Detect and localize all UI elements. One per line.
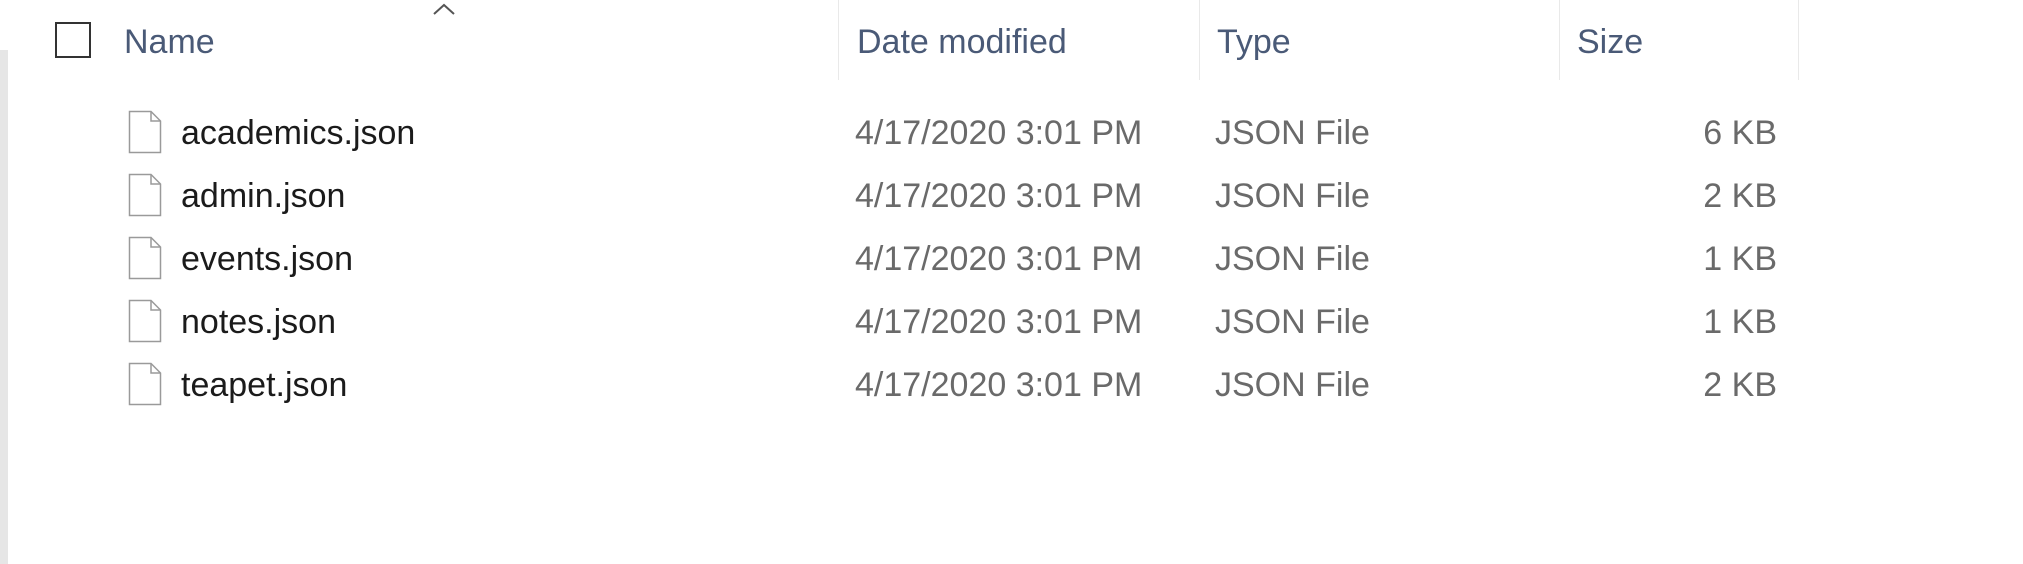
file-name: events.json (181, 240, 353, 278)
column-header-size[interactable]: Size (1577, 18, 1643, 66)
file-type: JSON File (1215, 114, 1370, 152)
file-name: teapet.json (181, 366, 348, 404)
file-size: 6 KB (1703, 114, 1777, 152)
file-date-modified: 4/17/2020 3:01 PM (855, 240, 1143, 278)
file-icon (128, 110, 162, 154)
file-icon (128, 173, 162, 217)
file-name: academics.json (181, 114, 416, 152)
column-divider[interactable] (1199, 0, 1200, 80)
file-row[interactable]: teapet.json 4/17/2020 3:01 PM JSON File … (0, 354, 2023, 417)
file-size: 1 KB (1703, 240, 1777, 278)
column-divider[interactable] (838, 0, 839, 80)
column-divider[interactable] (1559, 0, 1560, 80)
column-header-date-modified[interactable]: Date modified (857, 18, 1067, 66)
file-type: JSON File (1215, 366, 1370, 404)
file-icon (128, 236, 162, 280)
file-date-modified: 4/17/2020 3:01 PM (855, 177, 1143, 215)
file-name: notes.json (181, 303, 336, 341)
file-name: admin.json (181, 177, 346, 215)
file-size: 2 KB (1703, 177, 1777, 215)
column-header-name[interactable]: Name (124, 18, 215, 66)
file-type: JSON File (1215, 303, 1370, 341)
file-row[interactable]: academics.json 4/17/2020 3:01 PM JSON Fi… (0, 102, 2023, 165)
chevron-up-icon (433, 3, 455, 15)
column-divider[interactable] (1798, 0, 1799, 80)
column-header-row: Name Date modified Type Size (0, 0, 2023, 80)
file-size: 2 KB (1703, 366, 1777, 404)
file-list-view: Name Date modified Type Size academics.j… (0, 0, 2023, 564)
file-type: JSON File (1215, 240, 1370, 278)
column-header-type[interactable]: Type (1217, 18, 1291, 66)
file-row[interactable]: events.json 4/17/2020 3:01 PM JSON File … (0, 228, 2023, 291)
select-all-checkbox[interactable] (55, 22, 91, 58)
file-size: 1 KB (1703, 303, 1777, 341)
file-row[interactable]: admin.json 4/17/2020 3:01 PM JSON File 2… (0, 165, 2023, 228)
file-date-modified: 4/17/2020 3:01 PM (855, 114, 1143, 152)
file-date-modified: 4/17/2020 3:01 PM (855, 366, 1143, 404)
file-row[interactable]: notes.json 4/17/2020 3:01 PM JSON File 1… (0, 291, 2023, 354)
file-type: JSON File (1215, 177, 1370, 215)
file-icon (128, 299, 162, 343)
file-icon (128, 362, 162, 406)
file-date-modified: 4/17/2020 3:01 PM (855, 303, 1143, 341)
